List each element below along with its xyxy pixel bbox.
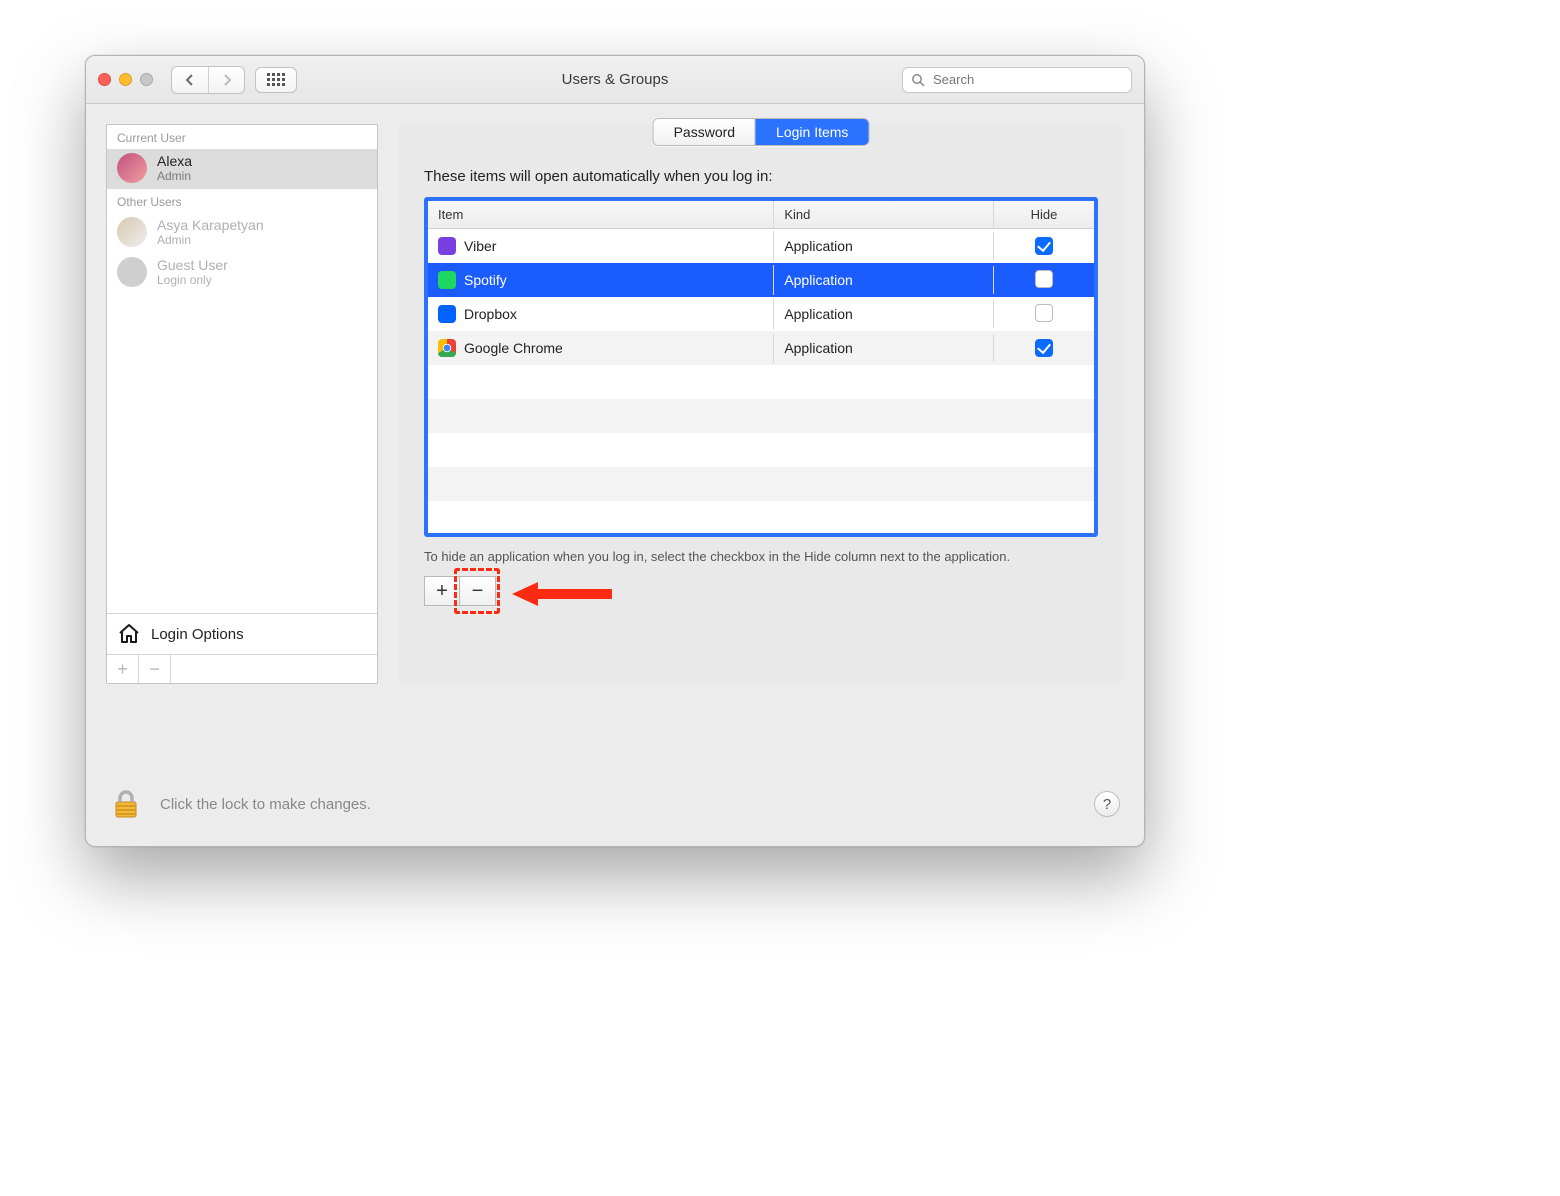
titlebar: Users & Groups bbox=[86, 56, 1144, 104]
search-icon bbox=[911, 73, 925, 87]
login-items-table: Item Kind Hide Viber Application Spotify Ap… bbox=[424, 197, 1098, 537]
add-login-item-button[interactable]: + bbox=[424, 576, 460, 606]
item-name: Viber bbox=[464, 238, 496, 254]
hide-checkbox[interactable] bbox=[1035, 270, 1053, 288]
footer: Click the lock to make changes. ? bbox=[86, 788, 1144, 846]
window-controls bbox=[98, 73, 153, 86]
table-row[interactable]: Viber Application bbox=[428, 229, 1094, 263]
user-name: Guest User bbox=[157, 257, 228, 273]
col-hide-header[interactable]: Hide bbox=[994, 201, 1094, 228]
tab-login-items[interactable]: Login Items bbox=[755, 119, 868, 145]
app-icon bbox=[438, 271, 456, 289]
sidebar-user-row[interactable]: Asya KarapetyanAdmin bbox=[107, 213, 377, 253]
hint-text: To hide an application when you log in, … bbox=[424, 549, 1044, 564]
remove-login-item-button[interactable]: − bbox=[460, 576, 496, 606]
help-icon: ? bbox=[1103, 796, 1111, 813]
minimize-window-button[interactable] bbox=[119, 73, 132, 86]
users-sidebar: Current User AlexaAdminOther UsersAsya K… bbox=[106, 124, 378, 684]
window-body: Current User AlexaAdminOther UsersAsya K… bbox=[86, 104, 1144, 788]
show-all-button[interactable] bbox=[255, 67, 297, 93]
col-item-header[interactable]: Item bbox=[428, 201, 774, 228]
login-options-row[interactable]: Login Options bbox=[107, 613, 377, 654]
preferences-window: Users & Groups Current User AlexaAdminOt… bbox=[85, 55, 1145, 847]
section-heading: These items will open automatically when… bbox=[424, 168, 1098, 185]
item-kind: Application bbox=[774, 266, 994, 294]
grid-icon bbox=[267, 73, 285, 86]
close-window-button[interactable] bbox=[98, 73, 111, 86]
item-kind: Application bbox=[774, 334, 994, 362]
user-role: Admin bbox=[157, 233, 264, 247]
help-button[interactable]: ? bbox=[1094, 791, 1120, 817]
forward-button[interactable] bbox=[208, 67, 244, 93]
item-name: Spotify bbox=[464, 272, 507, 288]
zoom-window-button[interactable] bbox=[140, 73, 153, 86]
back-button[interactable] bbox=[172, 67, 208, 93]
app-icon bbox=[438, 237, 456, 255]
sidebar-add-remove: + − bbox=[107, 654, 377, 683]
table-row[interactable]: Google Chrome Application bbox=[428, 331, 1094, 365]
login-options-label: Login Options bbox=[151, 626, 244, 643]
table-row-empty bbox=[428, 365, 1094, 399]
table-row[interactable]: Dropbox Application bbox=[428, 297, 1094, 331]
sidebar-user-row[interactable]: Guest UserLogin only bbox=[107, 253, 377, 293]
tab-bar: Password Login Items bbox=[653, 118, 870, 146]
login-items-add-remove: + − bbox=[424, 576, 1098, 606]
item-kind: Application bbox=[774, 232, 994, 260]
table-row-empty bbox=[428, 399, 1094, 433]
app-icon bbox=[438, 339, 456, 357]
item-name: Google Chrome bbox=[464, 340, 563, 356]
main-panel: Password Login Items These items will op… bbox=[398, 124, 1124, 684]
item-kind: Application bbox=[774, 300, 994, 328]
avatar bbox=[117, 217, 147, 247]
table-row-empty bbox=[428, 501, 1094, 535]
table-row-empty bbox=[428, 467, 1094, 501]
table-header: Item Kind Hide bbox=[428, 201, 1094, 229]
search-field[interactable] bbox=[902, 67, 1132, 93]
login-items-content: These items will open automatically when… bbox=[398, 124, 1124, 684]
hide-checkbox[interactable] bbox=[1035, 339, 1053, 357]
nav-buttons bbox=[171, 66, 245, 94]
user-name: Asya Karapetyan bbox=[157, 217, 264, 233]
table-row[interactable]: Spotify Application bbox=[428, 263, 1094, 297]
col-kind-header[interactable]: Kind bbox=[774, 201, 994, 228]
hide-checkbox[interactable] bbox=[1035, 237, 1053, 255]
lock-icon[interactable] bbox=[110, 788, 142, 820]
user-role: Login only bbox=[157, 273, 228, 287]
hide-checkbox[interactable] bbox=[1035, 304, 1053, 322]
avatar bbox=[117, 153, 147, 183]
app-icon bbox=[438, 305, 456, 323]
table-row-empty bbox=[428, 433, 1094, 467]
search-input[interactable] bbox=[931, 71, 1123, 88]
add-user-button[interactable]: + bbox=[107, 655, 139, 683]
other-users-header: Other Users bbox=[107, 189, 377, 213]
user-role: Admin bbox=[157, 169, 192, 183]
lock-hint-text: Click the lock to make changes. bbox=[160, 796, 371, 813]
remove-user-button[interactable]: − bbox=[139, 655, 171, 683]
item-name: Dropbox bbox=[464, 306, 517, 322]
user-name: Alexa bbox=[157, 153, 192, 169]
tab-password[interactable]: Password bbox=[654, 119, 755, 145]
current-user-header: Current User bbox=[107, 125, 377, 149]
annotation-arrow-icon bbox=[512, 582, 612, 606]
house-icon bbox=[117, 622, 141, 646]
sidebar-user-row[interactable]: AlexaAdmin bbox=[107, 149, 377, 189]
avatar bbox=[117, 257, 147, 287]
